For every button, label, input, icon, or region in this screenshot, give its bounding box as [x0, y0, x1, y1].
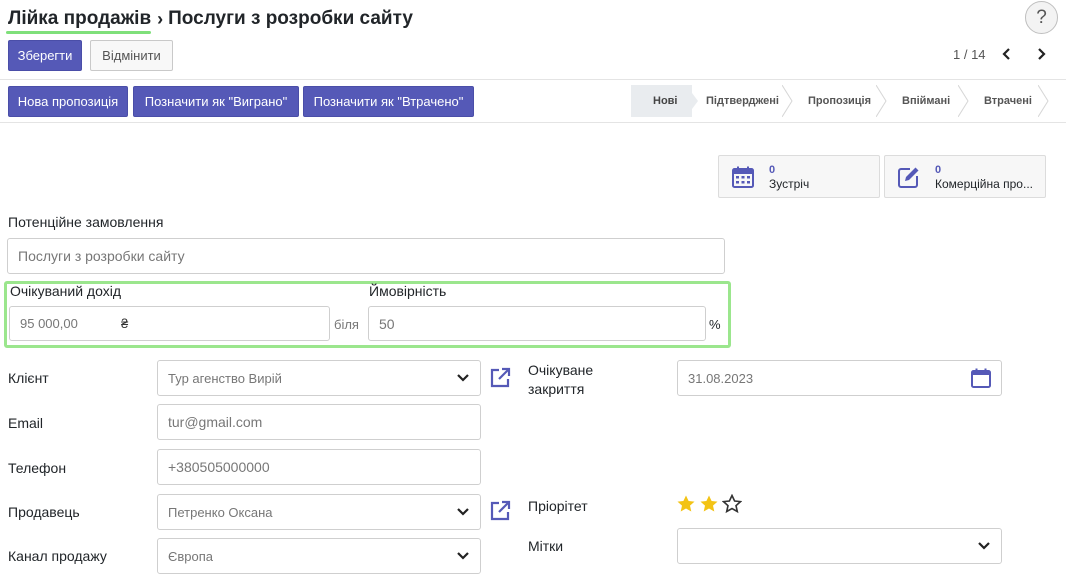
stage-confirmed[interactable]: Підтверджені: [692, 85, 793, 117]
calendar-icon[interactable]: [970, 367, 992, 389]
stage-label: Підтверджені: [706, 95, 779, 107]
currency-symbol: ₴: [121, 316, 129, 331]
salesperson-label: Продавець: [8, 504, 80, 520]
chevron-down-icon: [457, 508, 469, 516]
tags-label: Мітки: [528, 538, 564, 554]
external-link-icon[interactable]: [489, 500, 511, 522]
save-button[interactable]: Зберегти: [8, 40, 82, 71]
stage-label: Впіймані: [902, 95, 951, 107]
discard-button[interactable]: Відмінити: [90, 40, 173, 71]
calendar-icon: [732, 166, 754, 188]
email-input[interactable]: tur@gmail.com: [157, 404, 481, 440]
expected-revenue-value: 95 000,00: [20, 316, 78, 331]
near-label: біля: [334, 317, 359, 332]
breadcrumb-root-link[interactable]: Лійка продажів: [5, 8, 152, 34]
salesperson-value: Петренко Оксана: [168, 504, 273, 520]
sales-channel-label: Канал продажу: [8, 548, 107, 564]
chevron-right-icon: [1038, 48, 1046, 60]
meetings-smart-button[interactable]: 0 Зустріч: [718, 155, 880, 198]
priority-label: Пріорітет: [528, 498, 588, 514]
customer-select[interactable]: Тур агенство Вирій: [157, 360, 481, 396]
pager-counter[interactable]: 1 / 14: [953, 47, 986, 62]
stage-lost[interactable]: Втрачені: [964, 85, 1049, 117]
stage-new[interactable]: Нові: [631, 85, 698, 117]
expected-revenue-label: Очікуваний дохід: [10, 283, 121, 299]
breadcrumb-current: Послуги з розробки сайту: [168, 8, 413, 29]
chevron-down-icon: [457, 552, 469, 560]
chevron-down-icon: [457, 374, 469, 382]
star-icon[interactable]: [722, 494, 742, 514]
stage-label: Втрачені: [984, 95, 1032, 107]
sales-channel-select[interactable]: Європа: [157, 538, 481, 574]
percent-sign: %: [709, 317, 721, 332]
stage-chevron-icon: [1038, 85, 1049, 117]
chevron-down-icon: [978, 542, 990, 550]
tags-select[interactable]: [677, 528, 1002, 564]
quotes-count: 0: [935, 163, 942, 176]
expected-revenue-input[interactable]: 95 000,00 ₴: [9, 306, 330, 341]
customer-value: Тур агенство Вирій: [168, 370, 282, 386]
email-label: Email: [8, 415, 44, 431]
edit-icon: [898, 167, 919, 188]
salesperson-select[interactable]: Петренко Оксана: [157, 494, 481, 530]
chevron-left-icon: [1002, 48, 1010, 60]
meetings-count: 0: [769, 163, 776, 176]
stage-label: Пропозиція: [808, 95, 872, 107]
quotes-text: 0 Комерційна про...: [935, 163, 1033, 191]
stage-proposal[interactable]: Пропозиція: [788, 85, 887, 117]
meetings-label: Зустріч: [769, 176, 810, 191]
quotes-smart-button[interactable]: 0 Комерційна про...: [884, 155, 1046, 198]
statusbar-divider: [0, 122, 1066, 123]
meetings-text: 0 Зустріч: [769, 163, 809, 191]
opportunity-label: Потенційне замовлення: [8, 214, 164, 230]
stage-statusbar: Нові Підтверджені Пропозиція Впіймані Вт…: [631, 85, 1049, 117]
mark-won-button[interactable]: Позначити як "Виграно": [133, 86, 299, 117]
stage-label: Нові: [653, 95, 678, 107]
new-quote-button[interactable]: Нова пропозиція: [8, 86, 128, 117]
breadcrumb: Лійка продажів › Послуги з розробки сайт…: [5, 6, 413, 34]
phone-label: Телефон: [8, 460, 67, 476]
probability-input[interactable]: 50: [368, 306, 706, 341]
breadcrumb-separator: ›: [157, 8, 164, 29]
quotes-label: Комерційна про...: [935, 176, 1033, 191]
pager-next-button[interactable]: [1033, 44, 1049, 64]
external-link-icon[interactable]: [489, 367, 511, 389]
help-button[interactable]: ?: [1025, 1, 1058, 34]
opportunity-name-input[interactable]: Послуги з розробки сайту: [7, 238, 725, 274]
header-divider: [0, 79, 1066, 80]
pager-prev-button[interactable]: [999, 44, 1015, 64]
probability-label: Ймовірність: [369, 283, 447, 299]
sales-channel-value: Європа: [168, 548, 213, 564]
mark-lost-button[interactable]: Позначити як "Втрачено": [303, 86, 474, 117]
customer-label: Клієнт: [8, 370, 49, 386]
phone-input[interactable]: +380505000000: [157, 449, 481, 485]
star-icon[interactable]: [676, 494, 696, 514]
stage-won[interactable]: Впіймані: [882, 85, 969, 117]
expected-closing-value: 31.08.2023: [688, 370, 754, 386]
star-icon[interactable]: [699, 494, 719, 514]
expected-closing-label: Очікуване закриття: [528, 362, 594, 397]
expected-closing-date-input[interactable]: 31.08.2023: [677, 360, 1002, 396]
